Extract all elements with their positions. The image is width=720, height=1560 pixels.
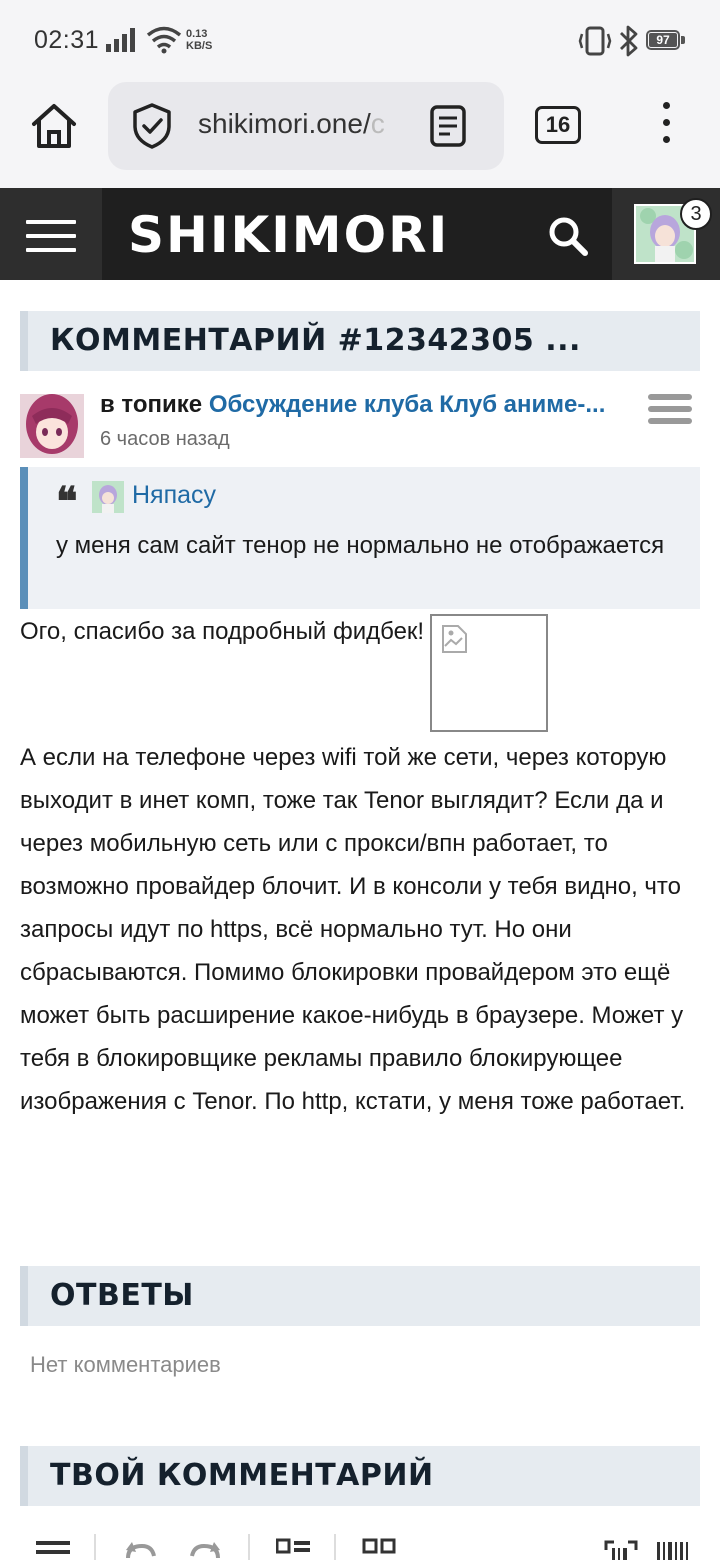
- comment-section-header: КОММЕНТАРИЙ #12342305 ...: [20, 311, 700, 371]
- quote-block: ❝ Няпасу у меня сам сайт тенор не нормал…: [20, 467, 700, 609]
- battery-level: 97: [656, 33, 670, 47]
- layout-grid-icon[interactable]: [362, 1538, 398, 1560]
- quote-author-avatar[interactable]: [92, 481, 124, 513]
- tabs-button[interactable]: 16: [535, 106, 581, 144]
- signal-icon: [106, 28, 135, 52]
- in-topic-label: в топике: [100, 391, 203, 418]
- network-speed-unit: KB/S: [186, 40, 213, 52]
- url-path-fade: c: [370, 108, 385, 139]
- comment-body-first: Ого, спасибо за подробный фидбек!: [20, 618, 425, 645]
- home-icon[interactable]: [28, 100, 80, 152]
- comment-topic-line: в топике Обсуждение клуба Клуб аниме-...: [100, 390, 630, 420]
- comment-menu-icon[interactable]: [648, 394, 692, 428]
- replies-section-title: ОТВЕТЫ: [50, 1278, 194, 1313]
- network-speed-value: 0.13: [186, 28, 208, 40]
- no-comments-text: Нет комментариев: [30, 1352, 221, 1377]
- your-comment-section-title: ТВОЙ КОММЕНТАРИЙ: [50, 1458, 434, 1493]
- url-text[interactable]: shikimori.one/c: [198, 108, 398, 140]
- layout-list-icon[interactable]: [276, 1538, 312, 1560]
- notification-badge[interactable]: 3: [680, 198, 712, 230]
- comment-section-title: КОММЕНТАРИЙ #12342305 ...: [50, 323, 581, 358]
- toolbar-separator: [94, 1534, 96, 1560]
- reader-mode-icon[interactable]: [428, 104, 468, 148]
- editor-toolbar: [20, 1528, 700, 1560]
- vibrate-icon: [578, 26, 612, 56]
- status-bar: 02:31 0.13 KB/S 97: [0, 0, 720, 82]
- hamburger-icon[interactable]: [26, 220, 76, 252]
- broken-image[interactable]: [430, 614, 549, 732]
- scan-icon[interactable]: [604, 1538, 638, 1560]
- quote-text: у меня сам сайт тенор не нормально не от…: [56, 532, 665, 559]
- url-host: shikimori.one/: [198, 108, 371, 139]
- quote-author-link[interactable]: Няпасу: [132, 481, 216, 510]
- network-speed: 0.13 KB/S: [186, 28, 212, 52]
- site-logo[interactable]: SHIKIMORI: [128, 206, 449, 264]
- comment-first-line: Ого, спасибо за подробный фидбек!: [20, 610, 710, 732]
- comment-timestamp[interactable]: 6 часов назад: [100, 428, 630, 451]
- redo-icon[interactable]: [188, 1538, 222, 1560]
- site-header: SHIKIMORI 3: [0, 188, 720, 280]
- wifi-icon: [146, 26, 182, 54]
- search-icon[interactable]: [546, 214, 590, 258]
- your-comment-section-header: ТВОЙ КОММЕНТАРИЙ: [20, 1446, 700, 1506]
- topic-link[interactable]: Обсуждение клуба Клуб аниме-...: [209, 391, 606, 418]
- toolbar-separator: [334, 1534, 336, 1560]
- browser-toolbar: shikimori.one/c 16: [0, 82, 720, 188]
- quote-icon: ❝: [56, 478, 78, 525]
- undo-icon[interactable]: [124, 1538, 158, 1560]
- broken-image-icon: [442, 625, 468, 653]
- more-menu-icon[interactable]: [656, 102, 676, 152]
- address-bar[interactable]: shikimori.one/c: [108, 82, 504, 170]
- menu-button[interactable]: [0, 188, 102, 280]
- comment-body-second: А если на телефоне через wifi той же сет…: [20, 744, 686, 1115]
- comment-author-avatar[interactable]: [20, 394, 84, 458]
- bluetooth-icon: [620, 25, 638, 57]
- status-time: 02:31: [34, 26, 100, 54]
- toolbar-separator: [248, 1534, 250, 1560]
- barcode-icon[interactable]: [656, 1538, 690, 1560]
- profile-button[interactable]: 3: [612, 188, 720, 280]
- battery-icon: 97: [646, 30, 686, 52]
- comment-body: Ого, спасибо за подробный фидбек! А если…: [20, 610, 710, 1123]
- replies-section-header: ОТВЕТЫ: [20, 1266, 700, 1326]
- comment-meta: в топике Обсуждение клуба Клуб аниме-...…: [100, 390, 630, 451]
- editor-menu-icon[interactable]: [36, 1538, 72, 1560]
- shield-icon[interactable]: [130, 102, 174, 150]
